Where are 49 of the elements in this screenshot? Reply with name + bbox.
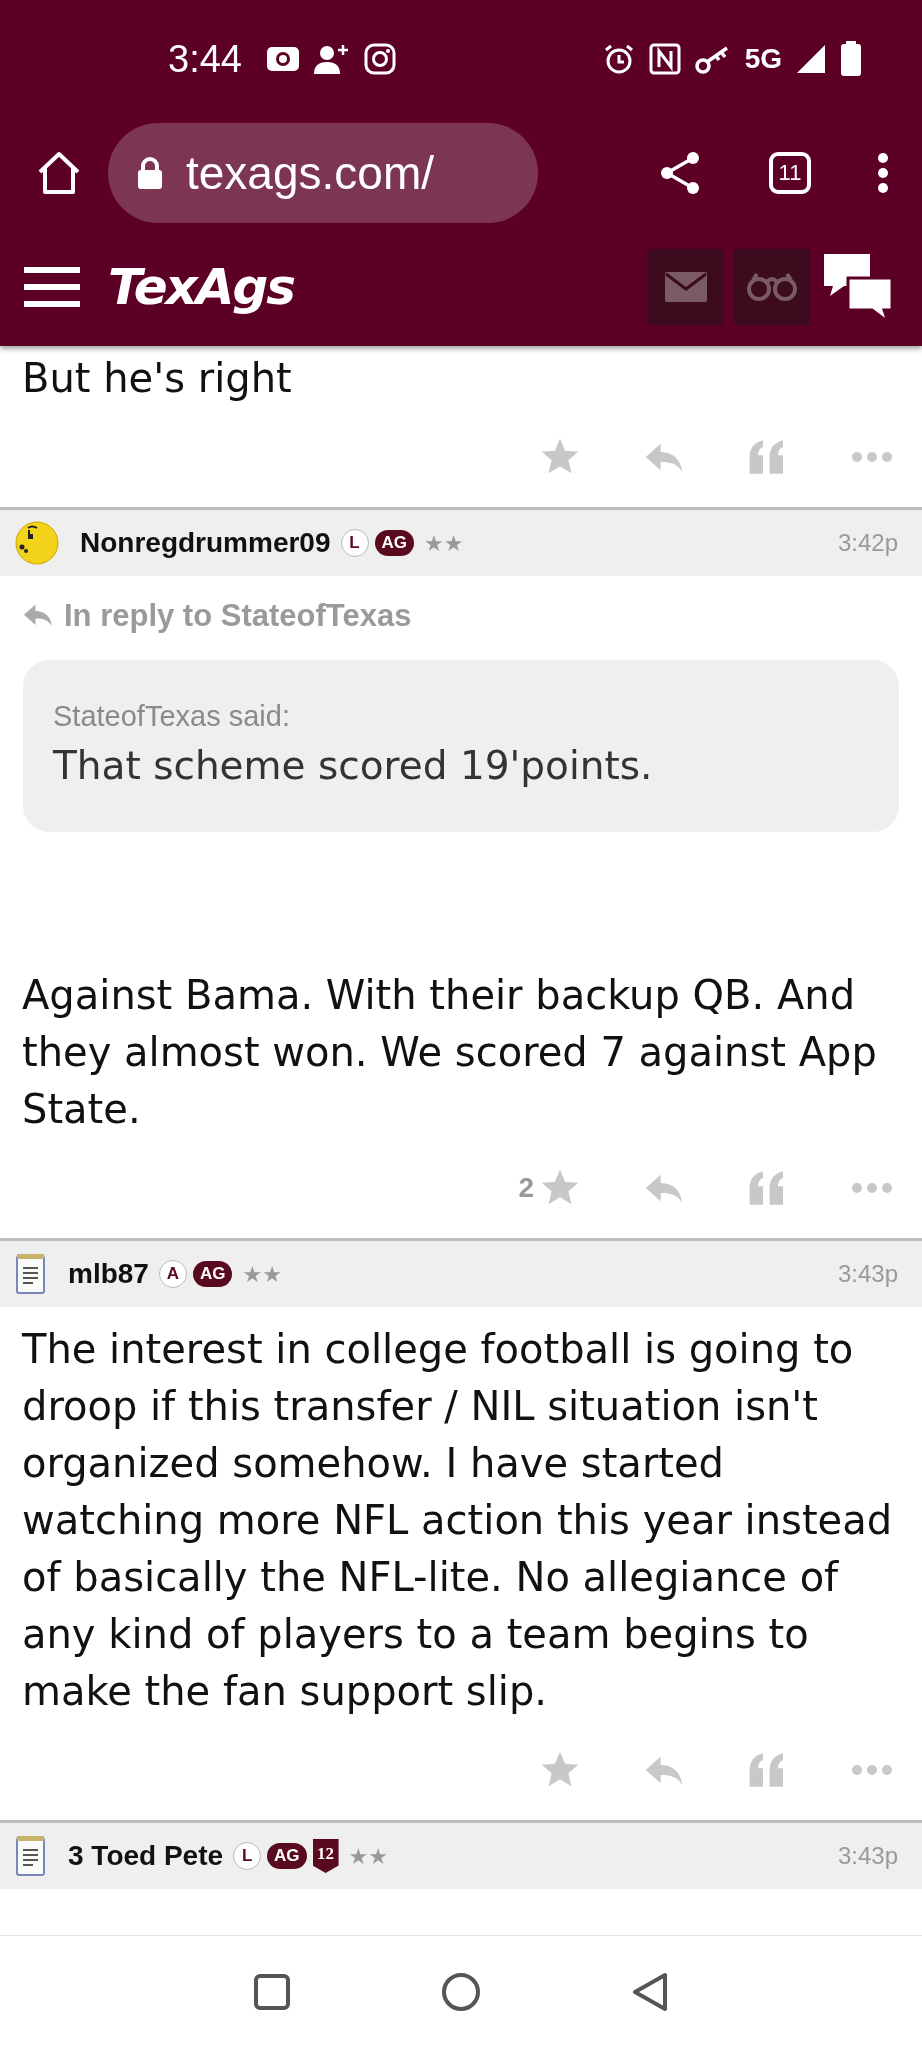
quote-author: StateofTexas said: [53,700,291,733]
like-count: 2 [518,1172,534,1204]
address-bar[interactable]: texags.com/ [108,123,538,223]
post-time: 3:42p [837,529,898,557]
key-icon [694,44,731,74]
rank-stars: ★★ [242,1261,282,1287]
smiley-avatar-icon [14,520,60,566]
post-text: Against Bama. With their backup QB. And they almost won. We scored 7 against App State. [21,971,878,1134]
recents-icon[interactable] [253,1973,291,2011]
badge: A [158,1260,187,1288]
watch-button[interactable] [734,249,810,325]
tab-count-button[interactable]: 11 [769,152,811,194]
badge: L [233,1842,262,1870]
status-time: 3:44 [168,37,242,81]
username[interactable]: Nonregdrummer09 [80,527,331,559]
menu-icon[interactable] [877,153,889,193]
network-label: 5G [744,43,782,75]
badge: L [340,529,369,557]
badge: AG [267,1843,307,1869]
back-icon[interactable] [631,1972,669,2012]
signal-icon [796,44,826,74]
site-logo[interactable]: TexAgs [108,258,295,316]
username[interactable]: 3 Toed Pete [68,1840,224,1872]
notepad-avatar-icon [14,1252,48,1296]
person-add-icon [313,43,350,75]
post-text: But he's right [21,354,293,403]
post-text: The interest in college football is going to droop if this transfer / NIL situation isn't organized somehow. I have started watching more NFL action this year instead of basically the NFL-lite. No allegiance of any kind of players to a team begins to make the fan support slip. [21,1325,894,1716]
post-time: 3:43p [837,1260,898,1288]
shield-badge: 12 [312,1839,339,1873]
badge: AG [374,530,414,556]
battery-icon [840,41,862,77]
rank-stars: ★★ [348,1843,389,1869]
camera-outline-icon [363,43,396,75]
binoculars-icon [746,272,798,302]
lock-icon [136,156,164,190]
alarm-icon [602,43,635,75]
camera-icon [265,46,300,72]
rank-stars: ★★ [424,530,464,556]
nfc-icon [648,43,681,75]
notepad-avatar-icon [14,1834,48,1878]
post-time: 3:43p [837,1842,898,1870]
home-circle-icon[interactable] [441,1972,481,2012]
badge: AG [192,1261,233,1287]
mail-icon [665,272,707,302]
menu-icon[interactable] [24,266,80,308]
username[interactable]: mlb87 [68,1258,149,1290]
messages-button[interactable] [648,249,724,325]
quote-text: That scheme scored 19'points. [53,743,654,788]
home-icon[interactable] [36,150,82,196]
